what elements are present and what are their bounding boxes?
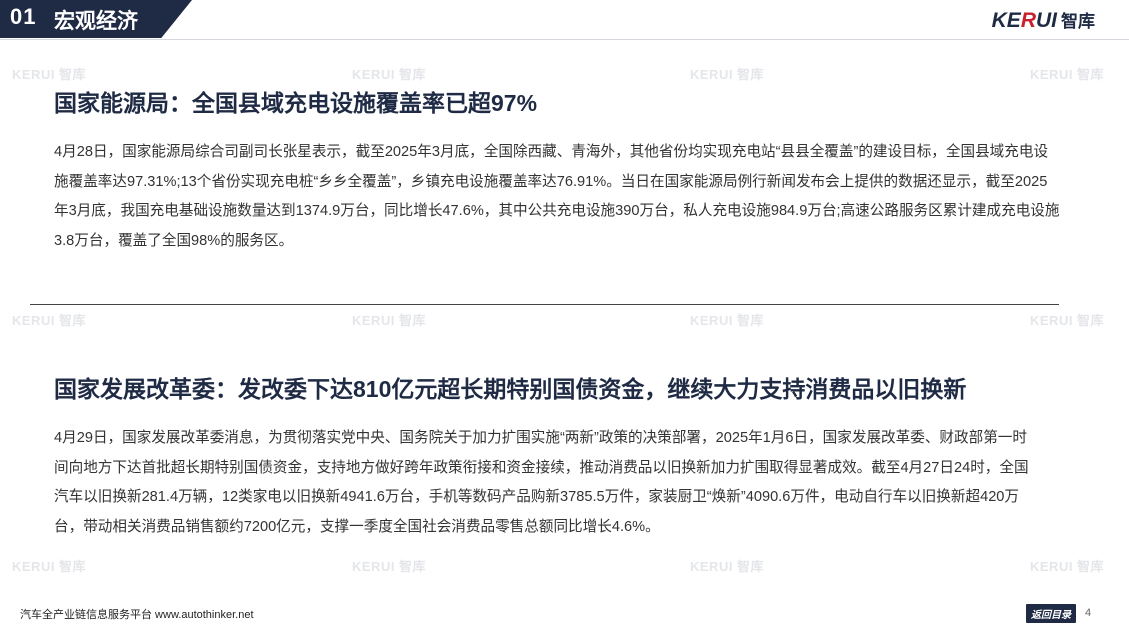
watermark: KERUI 智库 <box>12 313 87 328</box>
article-title: 国家发展改革委：发改委下达810亿元超长期特别国债资金，继续大力支持消费品以旧换… <box>54 376 967 402</box>
header-divider <box>0 39 1129 40</box>
page-number: 4 <box>1085 607 1092 619</box>
footer-platform-text: 汽车全产业链信息服务平台 www.autothinker.net <box>20 609 254 621</box>
article-body: 4月28日，国家能源局综合司副司长张星表示，截至2025年3月底，全国除西藏、青… <box>54 144 1060 249</box>
watermark: KERUI 智库 <box>12 559 87 574</box>
watermark: KERUI 智库 <box>12 67 87 82</box>
article-title: 国家能源局：全国县域充电设施覆盖率已超97% <box>54 90 538 116</box>
kerui-logo: KERUI 智库 <box>991 7 1095 32</box>
watermark: KERUI 智库 <box>1030 67 1105 82</box>
section-title: 宏观经济 <box>54 10 138 33</box>
watermark: KERUI 智库 <box>1030 313 1105 328</box>
back-to-contents-button[interactable]: 返回目录 <box>1026 604 1076 623</box>
watermark: KERUI 智库 <box>352 313 427 328</box>
section-number: 01 <box>10 4 37 29</box>
logo-wordmark: KERUI <box>991 9 1057 32</box>
watermark: KERUI 智库 <box>352 559 427 574</box>
section-divider <box>30 304 1059 305</box>
logo-cn-text: 智库 <box>1061 12 1095 31</box>
watermark: KERUI 智库 <box>690 559 765 574</box>
watermark: KERUI 智库 <box>352 67 427 82</box>
watermark: KERUI 智库 <box>1030 559 1105 574</box>
article-body: 4月29日，国家发展改革委消息，为贯彻落实党中央、国务院关于加力扩围实施“两新”… <box>54 430 1029 535</box>
watermark: KERUI 智库 <box>690 67 765 82</box>
watermark: KERUI 智库 <box>690 313 765 328</box>
